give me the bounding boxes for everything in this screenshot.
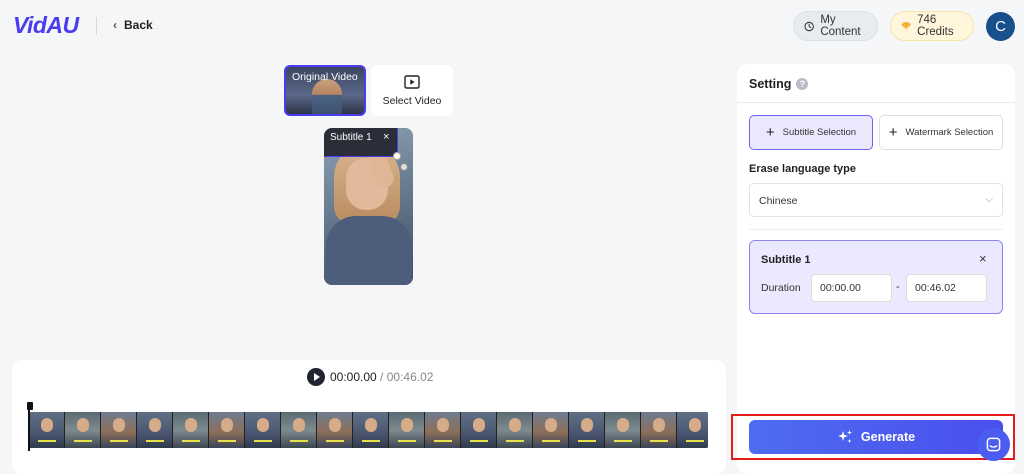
- subtitle-selection-button[interactable]: + Subtitle Selection: [749, 115, 873, 150]
- help-icon[interactable]: ?: [796, 78, 809, 90]
- chat-icon: [986, 437, 1001, 452]
- generate-label: Generate: [860, 430, 916, 444]
- filmstrip-frame: [533, 412, 569, 448]
- erase-language-label: Erase language type: [749, 163, 856, 175]
- filmstrip-frame: [389, 412, 425, 448]
- play-button[interactable]: [307, 368, 325, 386]
- erase-language-value: Chinese: [759, 195, 798, 207]
- select-video-tab[interactable]: Select Video: [371, 65, 453, 116]
- subtitle-selection-label: Subtitle Selection: [782, 127, 857, 138]
- filmstrip-frame: [173, 412, 209, 448]
- filmstrip-frame: [677, 412, 708, 448]
- filmstrip-frame: [605, 412, 641, 448]
- rotate-handle[interactable]: [400, 163, 408, 171]
- chat-support-button[interactable]: [977, 428, 1010, 461]
- top-bar: VidAU ‹ Back My Content 746 Credits C: [0, 0, 1024, 52]
- playhead[interactable]: [28, 404, 30, 451]
- chevron-down-icon: ⌵: [985, 194, 993, 205]
- credits-button[interactable]: 746 Credits: [890, 11, 974, 41]
- back-label: Back: [124, 18, 153, 32]
- plus-icon: +: [765, 124, 775, 141]
- duration-start-input[interactable]: 00:00.00: [811, 274, 892, 302]
- settings-title-text: Setting: [749, 77, 792, 91]
- user-avatar[interactable]: C: [986, 12, 1015, 41]
- subtitle-region-label: Subtitle 1: [330, 132, 372, 143]
- original-video-thumbnail: [312, 79, 342, 114]
- section-divider: [749, 229, 1003, 230]
- filmstrip-frame: [353, 412, 389, 448]
- filmstrip-frame: [461, 412, 497, 448]
- original-video-label: Original Video: [292, 71, 358, 83]
- settings-divider: [737, 102, 1015, 103]
- settings-title: Setting ?: [749, 77, 809, 91]
- clock-icon: [804, 21, 814, 31]
- original-video-tab[interactable]: Original Video: [284, 65, 366, 116]
- duration-dash: -: [896, 281, 900, 293]
- duration-end-input[interactable]: 00:46.02: [906, 274, 987, 302]
- plus-icon: +: [888, 124, 898, 141]
- resize-handle[interactable]: [393, 152, 401, 160]
- select-video-label: Select Video: [382, 94, 442, 107]
- header-divider: [96, 17, 97, 35]
- filmstrip-frame: [137, 412, 173, 448]
- diamond-icon: [901, 22, 911, 31]
- filmstrip-frame: [497, 412, 533, 448]
- time-separator: /: [376, 370, 387, 384]
- filmstrip-frame: [569, 412, 605, 448]
- filmstrip[interactable]: [29, 412, 708, 448]
- filmstrip-frame: [209, 412, 245, 448]
- duration-label: Duration: [761, 282, 801, 294]
- sparkle-icon: [837, 430, 852, 443]
- current-time: 00:00.00: [330, 370, 377, 384]
- filmstrip-frame: [281, 412, 317, 448]
- erase-language-select[interactable]: Chinese ⌵: [749, 183, 1003, 217]
- my-content-button[interactable]: My Content: [793, 11, 878, 41]
- vidau-logo[interactable]: VidAU: [13, 12, 79, 39]
- watermark-selection-label: Watermark Selection: [905, 127, 994, 138]
- close-icon[interactable]: ×: [979, 251, 987, 266]
- play-square-icon: [404, 74, 420, 89]
- total-time: 00:46.02: [386, 370, 434, 384]
- watermark-selection-button[interactable]: + Watermark Selection: [879, 115, 1003, 150]
- subtitle-region-close-icon[interactable]: ×: [383, 131, 389, 143]
- my-content-label: My Content: [820, 14, 861, 38]
- filmstrip-frame: [317, 412, 353, 448]
- playhead-handle[interactable]: [27, 402, 33, 410]
- subtitle-card-title: Subtitle 1: [761, 254, 811, 266]
- credits-label: 746 Credits: [917, 14, 954, 38]
- back-button[interactable]: ‹ Back: [113, 18, 153, 32]
- filmstrip-frame: [245, 412, 281, 448]
- filmstrip-frame: [425, 412, 461, 448]
- chevron-left-icon: ‹: [113, 18, 117, 32]
- filmstrip-frame: [101, 412, 137, 448]
- playback-time: 00:00.00 / 00:46.02: [330, 370, 433, 384]
- generate-button[interactable]: Generate: [749, 420, 1003, 454]
- filmstrip-frame: [29, 412, 65, 448]
- filmstrip-frame: [65, 412, 101, 448]
- filmstrip-frame: [641, 412, 677, 448]
